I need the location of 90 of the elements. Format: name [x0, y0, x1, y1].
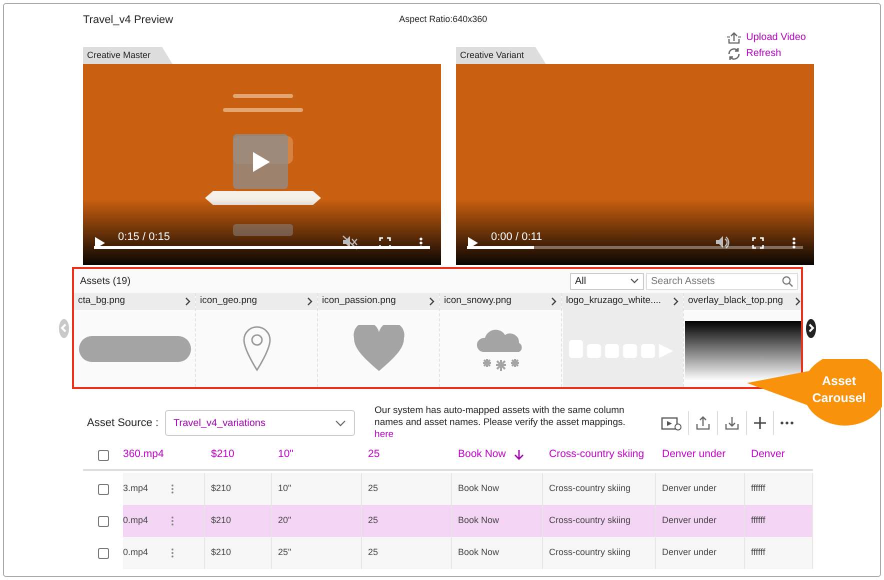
caret-icon [334, 420, 346, 426]
table-cell-text: 0.mp4 [123, 514, 148, 528]
column-header[interactable]: Cross-country skiing [549, 447, 644, 463]
asset-source-label: Asset Source : [87, 416, 159, 431]
table-cell-text: Book Now [458, 482, 500, 496]
chevron-right-icon [806, 323, 816, 333]
row-checkbox[interactable] [98, 548, 108, 558]
table-cell-text: ffffff [751, 482, 766, 496]
column-header[interactable]: Book Now [458, 447, 506, 463]
column-header[interactable]: 25 [368, 447, 380, 463]
table-cell-text: 25 [368, 546, 378, 560]
table-cell-text: Book Now [458, 546, 500, 560]
play-overlay-button[interactable] [233, 134, 288, 189]
here-link[interactable]: here [374, 429, 394, 440]
location-pin-icon [240, 324, 272, 372]
select-all-checkbox[interactable] [98, 450, 108, 460]
table-cell-text: 25 [368, 514, 378, 528]
kebab-icon[interactable] [171, 548, 174, 558]
row-checkbox[interactable] [98, 484, 108, 494]
asset-tile-header[interactable]: cta_bg.png [74, 293, 195, 310]
search-icon[interactable] [782, 276, 793, 286]
table-cell-text: 25" [278, 546, 292, 560]
chevron-right-icon [673, 297, 679, 306]
sort-arrow-icon[interactable] [514, 448, 524, 460]
chevron-right-icon [429, 297, 435, 306]
assets-title: Assets (19) [80, 274, 131, 288]
table-cell-text: 0.mp4 [123, 546, 148, 560]
kebab-icon[interactable] [171, 484, 174, 494]
speaker-icon[interactable] [715, 235, 731, 250]
fullscreen-icon[interactable] [752, 236, 764, 249]
search-bar[interactable]: Search Assets [646, 272, 798, 290]
video-link-icon[interactable] [660, 414, 682, 431]
asset-tile-header[interactable]: icon_passion.png [318, 293, 439, 310]
chevron-right-icon [185, 297, 191, 306]
kebab-icon[interactable] [171, 516, 174, 526]
column-header[interactable]: 360.mp4 [123, 447, 164, 463]
next-arrow-button[interactable] [806, 318, 816, 338]
table-row[interactable]: 3.mp4 $210 10" 25 Book Now Cross-country skiing Denver under ffffff [83, 473, 813, 505]
progress-track[interactable] [467, 245, 803, 250]
column-header[interactable]: Denver [751, 447, 785, 463]
refresh-link[interactable]: Refresh [726, 46, 806, 61]
column-header[interactable]: Denver under [662, 447, 726, 463]
asset-tile-header[interactable]: icon_geo.png [196, 293, 317, 310]
column-header[interactable]: 10" [278, 447, 294, 463]
chevron-right-icon [307, 297, 313, 306]
more-icon[interactable] [780, 420, 794, 425]
preview-title: Travel_v4 Preview [83, 12, 174, 28]
table-cell-text: Denver under [662, 482, 717, 496]
chevron-right-icon [795, 297, 801, 306]
asset-source-dropdown[interactable]: Travel_v4_variations [164, 410, 355, 436]
column-header[interactable]: $210 [211, 447, 234, 463]
table-row[interactable]: 0.mp4 $210 25" 25 Book Now Cross-country skiing Denver under ffffff [83, 537, 813, 569]
table-row[interactable]: 0.mp4 $210 20" 25 Book Now Cross-country skiing Denver under ffffff [83, 505, 813, 537]
refresh-icon [726, 46, 742, 61]
row-checkbox[interactable] [98, 516, 108, 526]
aspect-ratio-text: Aspect Ratio:640x360 [399, 13, 488, 26]
table-cell-text: Cross-country skiing [549, 546, 631, 560]
table-cell-text: Cross-country skiing [549, 514, 631, 528]
asset-tile-header[interactable]: overlay_black_top.png [684, 293, 801, 310]
caret-icon [630, 278, 639, 284]
table-cell-text: ffffff [751, 546, 766, 560]
chevron-left-icon [59, 323, 69, 333]
upload-icon [726, 30, 742, 45]
add-icon[interactable] [752, 416, 767, 430]
heart-icon [352, 324, 406, 372]
table-cell-text: 3.mp4 [123, 482, 148, 496]
more-icon[interactable] [792, 236, 796, 249]
table-cell-text: ffffff [751, 514, 766, 528]
upload-video-link[interactable]: Upload Video [726, 30, 806, 45]
callout-text: Asset Carousel [811, 373, 867, 407]
search-assets-field[interactable]: Search Assets [651, 274, 776, 288]
filter-dropdown[interactable]: All [570, 272, 644, 290]
table-cell-text: Denver under [662, 546, 717, 560]
table-cell-text: 10" [278, 482, 292, 496]
video-time: 0:00 / 0:11 [491, 230, 542, 245]
download-icon[interactable] [724, 414, 740, 431]
chevron-right-icon [551, 297, 557, 306]
table-cell-text: Cross-country skiing [549, 482, 631, 496]
asset-tile-header[interactable]: icon_snowy.png [440, 293, 561, 310]
table-cell-text: Book Now [458, 514, 500, 528]
table-cell-text: Denver under [662, 514, 717, 528]
video-time: 0:15 / 0:15 [118, 230, 170, 245]
table-cell-text: $210 [211, 546, 232, 560]
mapping-note: Our system has auto-mapped assets with the same column names and asset names. Please verify the asset mappings. here [374, 405, 626, 441]
table-cell-text: 25 [368, 482, 378, 496]
table-cell-text: $210 [211, 514, 232, 528]
table-cell-text: 20" [278, 514, 292, 528]
upload-icon[interactable] [694, 414, 711, 431]
table-cell-text: $210 [211, 482, 232, 496]
asset-tile-header[interactable]: logo_kruzago_white.... [562, 293, 683, 310]
